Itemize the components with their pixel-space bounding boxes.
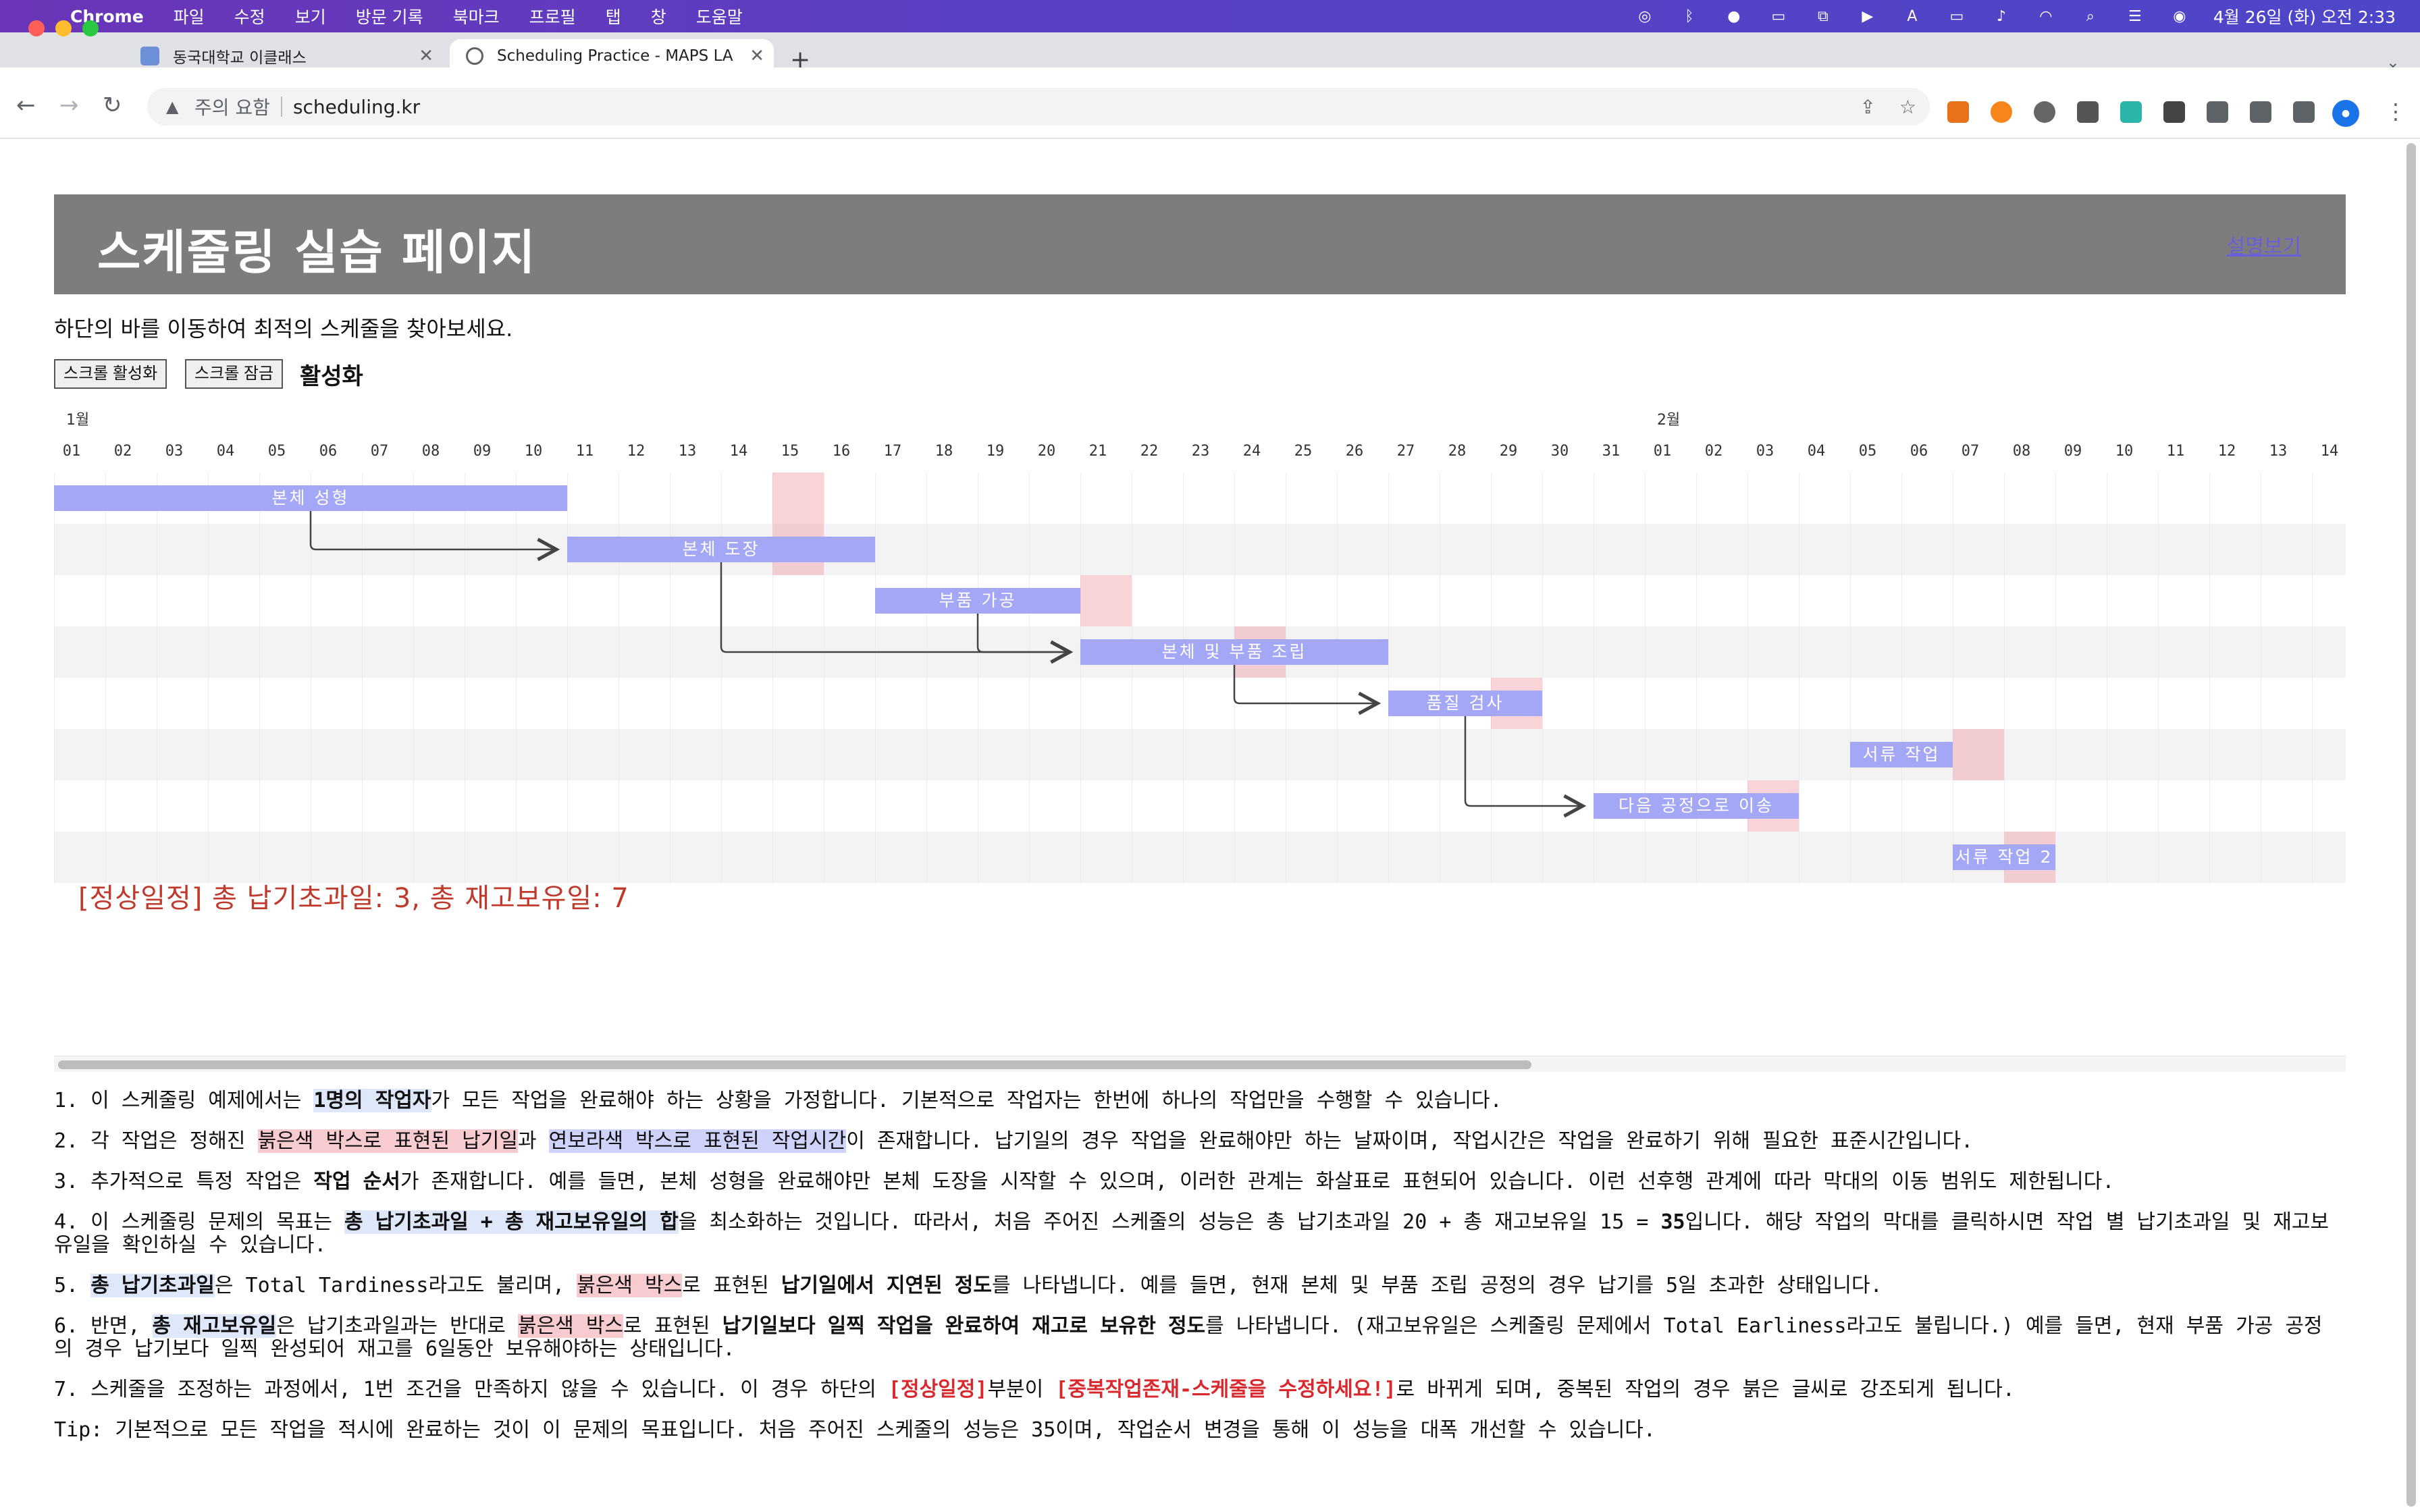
note-4: 4. 이 스케줄링 문제의 목표는 총 납기초과일 + 총 재고보유일의 합을 … bbox=[54, 1210, 2330, 1257]
search-icon[interactable]: ⌕ bbox=[2080, 7, 2101, 26]
chevron-down-icon[interactable]: ⌄ bbox=[2386, 53, 2400, 72]
task-bar[interactable]: 서류 작업 bbox=[1850, 742, 1953, 767]
menu-file[interactable]: 파일 bbox=[174, 4, 205, 28]
extension-green-icon[interactable] bbox=[2120, 101, 2142, 123]
bluetooth-icon[interactable]: ᛒ bbox=[1679, 7, 1700, 26]
menubar-clock[interactable]: 4월 26일 (화) 오전 2:33 bbox=[2213, 4, 2396, 28]
tab-scheduling[interactable]: Scheduling Practice - MAPS LA ✕ bbox=[450, 39, 774, 73]
input-source-icon[interactable]: A bbox=[1901, 7, 1923, 26]
note-3: 3. 추가적으로 특정 작업은 작업 순서가 존재합니다. 예를 들면, 본체 … bbox=[54, 1170, 2115, 1193]
metamask-icon[interactable] bbox=[1991, 101, 2012, 123]
scroll-enable-button[interactable]: 스크롤 활성화 bbox=[54, 359, 167, 389]
task-bar[interactable]: 다음 공정으로 이송 bbox=[1594, 793, 1799, 819]
dependency-arrow bbox=[1233, 665, 1377, 703]
task-bar[interactable]: 본체 및 부품 조립 bbox=[1080, 639, 1388, 665]
extension-play-icon[interactable] bbox=[2163, 101, 2185, 123]
back-icon[interactable]: ← bbox=[16, 92, 36, 119]
close-icon[interactable]: ✕ bbox=[419, 46, 433, 66]
warning-icon[interactable]: ▲ bbox=[166, 97, 186, 116]
page-scrollbar[interactable] bbox=[2406, 143, 2416, 1507]
note-2: 2. 각 작업은 정해진 붉은색 박스로 표현된 납기일과 연보라색 박스로 표… bbox=[54, 1129, 1974, 1153]
battery-icon[interactable]: ▭ bbox=[1946, 7, 1968, 26]
task-bar[interactable]: 본체 도장 bbox=[567, 537, 875, 562]
note-5: 5. 총 납기초과일은 Total Tardiness라고도 불리며, 붉은색 … bbox=[54, 1274, 1883, 1297]
tab-eclass[interactable]: 동국대학교 이클래스 ✕ bbox=[128, 39, 443, 73]
address-bar[interactable]: ▲ 주의 요함 scheduling.kr ⇪ ☆ bbox=[147, 88, 1930, 126]
display-icon[interactable]: ▭ bbox=[1768, 7, 1789, 26]
security-warning-text[interactable]: 주의 요함 bbox=[194, 93, 270, 120]
dependency-arrow bbox=[976, 614, 1070, 652]
task-bar[interactable]: 부품 가공 bbox=[875, 588, 1080, 614]
screen-mirror-icon[interactable]: ⧉ bbox=[1812, 7, 1834, 26]
task-bar[interactable]: 본체 성형 bbox=[54, 485, 567, 511]
window-zoom-icon[interactable] bbox=[82, 20, 99, 36]
menu-edit[interactable]: 수정 bbox=[234, 4, 265, 28]
menu-bookmarks[interactable]: 북마크 bbox=[453, 4, 500, 28]
extension-k-icon[interactable] bbox=[2034, 101, 2055, 123]
scroll-lock-button[interactable]: 스크롤 잠금 bbox=[185, 359, 284, 389]
note-7: 7. 스케줄을 조정하는 과정에서, 1번 조건을 만족하지 않을 수 있습니다… bbox=[54, 1378, 2015, 1401]
messages-icon[interactable]: ● bbox=[1723, 7, 1745, 26]
gantt-chart: 1월 2월 01 02 03 04 05 06 07 08 09 10 11 12 13 14 15 16 17 18… bbox=[54, 397, 2346, 883]
eclass-favicon-icon bbox=[140, 47, 159, 65]
browser-toolbar: ← → ↻ ▲ 주의 요함 scheduling.kr ⇪ ☆ bbox=[0, 73, 2420, 139]
glasses-icon[interactable]: ◎ bbox=[1634, 7, 1656, 26]
forward-icon[interactable]: → bbox=[59, 92, 79, 119]
menu-app-name[interactable]: Chrome bbox=[70, 7, 144, 26]
globe-icon bbox=[466, 47, 483, 65]
window-minimize-icon[interactable] bbox=[55, 20, 72, 36]
note-1: 1. 이 스케줄링 예제에서는 1명의 작업자가 모든 작업을 완료해야 하는 … bbox=[54, 1089, 1502, 1112]
close-icon[interactable]: ✕ bbox=[749, 46, 764, 66]
scroll-status: 활성화 bbox=[300, 363, 363, 390]
dependency-arrow bbox=[309, 511, 556, 549]
help-link[interactable]: 설명보기 bbox=[2227, 230, 2301, 259]
control-center-icon[interactable]: ☰ bbox=[2124, 7, 2146, 26]
wifi-icon[interactable]: ◠ bbox=[2035, 7, 2057, 26]
dependency-arrow bbox=[1464, 716, 1583, 806]
reload-icon[interactable]: ↻ bbox=[103, 92, 122, 119]
page-subtitle: 하단의 바를 이동하여 최적의 스케줄을 찾아보세요. bbox=[54, 316, 513, 342]
menu-window[interactable]: 창 bbox=[651, 4, 666, 28]
volume-icon[interactable]: ♪ bbox=[1991, 7, 2012, 26]
task-bar[interactable]: 서류 작업 2 bbox=[1953, 844, 2055, 870]
instructions: 1. 이 스케줄링 예제에서는 1명의 작업자가 모든 작업을 완료해야 하는 … bbox=[54, 1089, 2336, 1459]
schedule-summary: [정상일정] 총 납기초과일: 3, 총 재고보유일: 7 bbox=[78, 883, 629, 914]
share-icon[interactable]: ⇪ bbox=[1860, 96, 1876, 118]
new-tab-icon[interactable]: + bbox=[790, 48, 810, 72]
note-6: 6. 반면, 총 재고보유일은 납기초과일과는 반대로 붉은색 박스로 표현된 … bbox=[54, 1314, 2323, 1361]
tip: Tip: 기본적으로 모든 작업을 적시에 완료하는 것이 이 문제의 목표입니… bbox=[54, 1418, 1656, 1442]
tab-title: 동국대학교 이클래스 bbox=[173, 49, 307, 67]
profile-avatar[interactable]: ● bbox=[2332, 100, 2359, 127]
window-close-icon[interactable] bbox=[28, 20, 45, 36]
play-icon[interactable]: ▶ bbox=[1857, 7, 1878, 26]
extension-bar-icon[interactable] bbox=[2077, 101, 2099, 123]
page-title: 스케줄링 실습 페이지 bbox=[97, 225, 537, 280]
menu-help[interactable]: 도움말 bbox=[696, 4, 743, 28]
menu-history[interactable]: 방문 기록 bbox=[356, 4, 423, 28]
macos-menubar: Chrome 파일 수정 보기 방문 기록 북마크 프로필 탭 창 도움말 ◎ … bbox=[0, 0, 2420, 32]
page-banner: 스케줄링 실습 페이지 설명보기 bbox=[54, 194, 2346, 294]
divider bbox=[280, 97, 282, 117]
gantt-horizontal-scrollbar[interactable] bbox=[54, 1056, 2346, 1072]
reading-list-icon[interactable] bbox=[2250, 101, 2271, 123]
task-bar[interactable]: 품질 검사 bbox=[1388, 691, 1542, 716]
menu-view[interactable]: 보기 bbox=[295, 4, 326, 28]
bookmark-star-icon[interactable]: ☆ bbox=[1899, 96, 1916, 118]
tab-title: Scheduling Practice - MAPS LA bbox=[497, 47, 733, 65]
extensions-puzzle-icon[interactable] bbox=[2207, 101, 2228, 123]
extension-ex-icon[interactable] bbox=[1947, 101, 1969, 123]
menu-profile[interactable]: 프로필 bbox=[529, 4, 576, 28]
more-menu-icon[interactable]: ⋮ bbox=[2385, 99, 2406, 124]
side-panel-icon[interactable] bbox=[2293, 101, 2315, 123]
scrollbar-thumb[interactable] bbox=[58, 1060, 1531, 1069]
url-text[interactable]: scheduling.kr bbox=[293, 96, 420, 118]
siri-icon[interactable]: ◉ bbox=[2169, 7, 2190, 26]
menu-tab[interactable]: 탭 bbox=[606, 4, 621, 28]
